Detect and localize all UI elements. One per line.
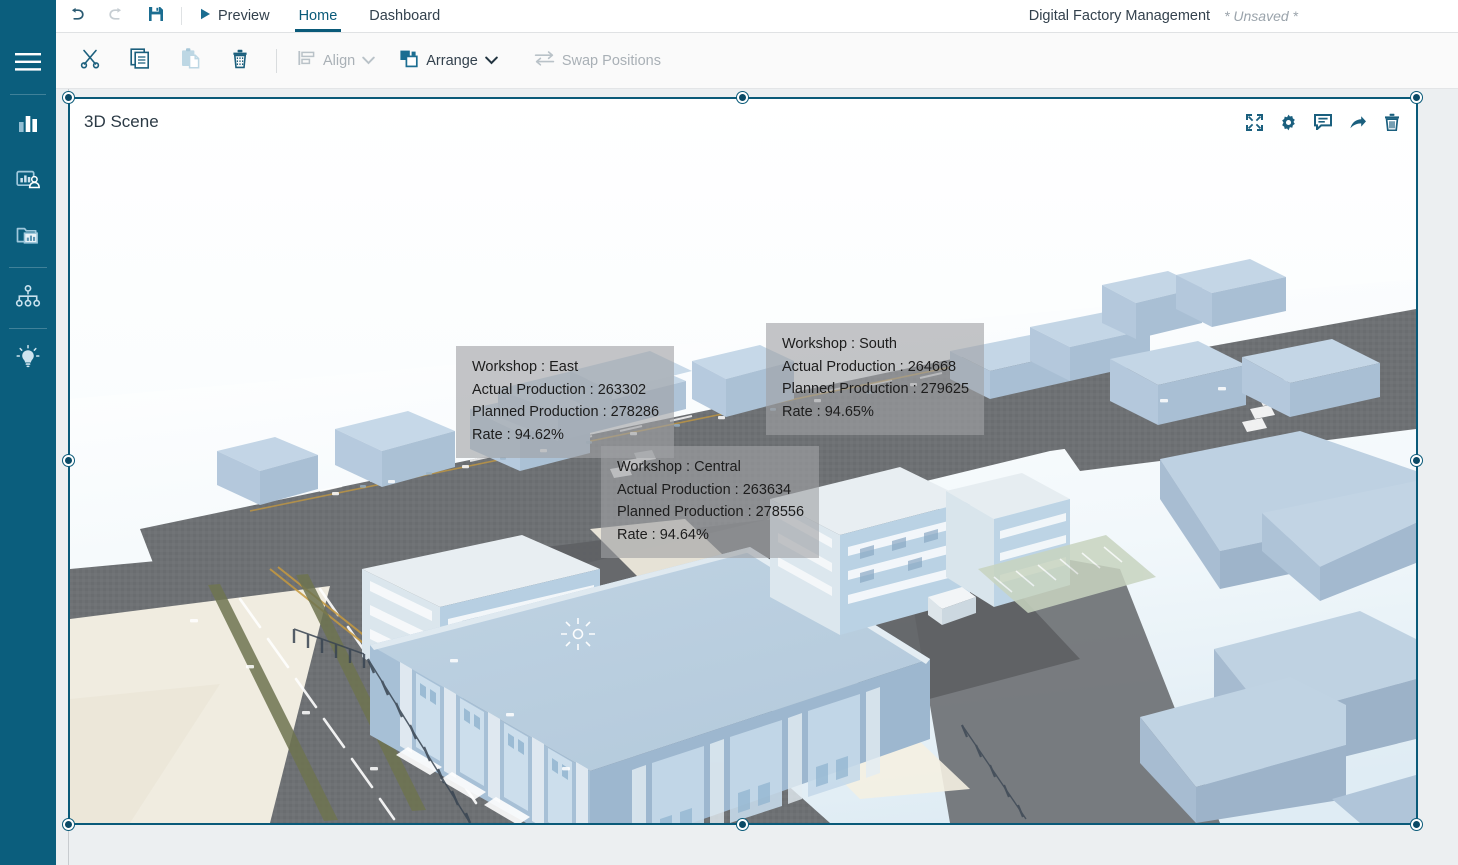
cut-button[interactable] — [70, 41, 110, 81]
sidebar-item-reports[interactable] — [0, 153, 56, 209]
scissors-icon — [79, 47, 101, 74]
trash-icon[interactable] — [1384, 113, 1400, 131]
resize-handle-bottom-center[interactable] — [737, 819, 748, 830]
arrange-label: Arrange — [426, 53, 478, 69]
folder-chart-icon — [15, 223, 41, 252]
left-sidebar — [0, 0, 56, 865]
align-label: Align — [323, 53, 355, 69]
arrange-icon — [399, 49, 419, 73]
fullscreen-icon[interactable] — [1246, 114, 1263, 131]
arrange-menu[interactable]: Arrange — [391, 41, 506, 81]
document-title: Digital Factory Management — [1029, 8, 1210, 24]
widget-toolbar — [1246, 113, 1400, 131]
sidebar-divider-1 — [10, 94, 46, 95]
sidebar-divider-3 — [9, 328, 47, 329]
tooltip-south-actual: Actual Production : 264668 — [782, 356, 969, 379]
paste-button[interactable] — [170, 41, 210, 81]
main-area: Preview Home Dashboard Digital Factory M… — [56, 0, 1458, 865]
menubar-divider — [181, 7, 182, 25]
chart-icon — [16, 111, 40, 140]
tooltip-central-workshop: Workshop : Central — [617, 456, 804, 479]
play-icon — [200, 8, 211, 24]
share-icon[interactable] — [1349, 115, 1367, 130]
tooltip-central-planned: Planned Production : 278556 — [617, 501, 804, 524]
resize-handle-middle-right[interactable] — [1411, 455, 1422, 466]
sidebar-item-charts[interactable] — [0, 97, 56, 153]
edit-toolbar: Align Arrange — [56, 33, 1458, 89]
tab-home-label: Home — [299, 8, 338, 24]
chevron-down-icon — [362, 52, 375, 70]
design-canvas[interactable]: Workshop : East Actual Production : 2633… — [56, 89, 1458, 865]
redo-icon — [108, 7, 125, 26]
tooltip-central-rate: Rate : 94.64% — [617, 524, 804, 547]
scene-widget[interactable]: Workshop : East Actual Production : 2633… — [68, 97, 1418, 825]
tooltip-workshop-central: Workshop : Central Actual Production : 2… — [601, 446, 819, 558]
tooltip-south-rate: Rate : 94.65% — [782, 401, 969, 424]
resize-handle-top-center[interactable] — [737, 92, 748, 103]
tooltip-central-actual: Actual Production : 263634 — [617, 479, 804, 502]
tooltip-east-actual: Actual Production : 263302 — [472, 379, 659, 402]
report-user-icon — [15, 167, 41, 196]
sidebar-divider-2 — [9, 267, 47, 268]
resize-handle-bottom-right[interactable] — [1411, 819, 1422, 830]
copy-icon — [129, 47, 151, 74]
document-status-badge: * Unsaved * — [1224, 8, 1298, 24]
comment-icon[interactable] — [1314, 114, 1332, 130]
paste-icon — [179, 47, 201, 74]
three-d-scene-viewport[interactable]: Workshop : East Actual Production : 2633… — [70, 99, 1416, 823]
toolbar-divider — [276, 49, 277, 73]
sidebar-item-menu[interactable] — [0, 36, 56, 92]
widget-title: 3D Scene — [84, 112, 159, 132]
tab-dashboard-label: Dashboard — [369, 8, 440, 24]
menu-icon — [15, 52, 41, 77]
redo-button[interactable] — [96, 0, 136, 32]
resize-handle-bottom-left[interactable] — [63, 819, 74, 830]
hierarchy-icon — [15, 285, 41, 312]
resize-handle-middle-left[interactable] — [63, 455, 74, 466]
resize-handle-top-left[interactable] — [63, 92, 74, 103]
resize-handle-top-right[interactable] — [1411, 92, 1422, 103]
save-icon — [148, 6, 164, 27]
tab-home[interactable]: Home — [283, 0, 354, 32]
trash-icon — [229, 47, 251, 74]
swap-positions-button[interactable]: Swap Positions — [526, 41, 669, 81]
delete-button[interactable] — [220, 41, 260, 81]
tooltip-east-planned: Planned Production : 278286 — [472, 401, 659, 424]
align-icon — [297, 49, 316, 72]
tooltip-south-workshop: Workshop : South — [782, 333, 969, 356]
tooltip-east-rate: Rate : 94.62% — [472, 424, 659, 447]
preview-label: Preview — [218, 8, 270, 24]
gear-icon[interactable] — [1280, 114, 1297, 131]
align-menu[interactable]: Align — [289, 41, 383, 81]
sidebar-item-hierarchy[interactable] — [0, 270, 56, 326]
undo-button[interactable] — [56, 0, 96, 32]
undo-icon — [68, 7, 85, 26]
preview-button[interactable]: Preview — [187, 0, 283, 32]
lightbulb-icon — [15, 344, 41, 375]
tooltip-east-workshop: Workshop : East — [472, 356, 659, 379]
menu-bar: Preview Home Dashboard Digital Factory M… — [56, 0, 1458, 33]
tooltip-workshop-south: Workshop : South Actual Production : 264… — [766, 323, 984, 435]
swap-positions-label: Swap Positions — [562, 53, 661, 69]
sidebar-item-folders[interactable] — [0, 209, 56, 265]
tooltip-south-planned: Planned Production : 279625 — [782, 378, 969, 401]
sidebar-item-insights[interactable] — [0, 331, 56, 387]
chevron-down-icon — [485, 52, 498, 70]
application-window: Preview Home Dashboard Digital Factory M… — [0, 0, 1458, 865]
menubar-right-group: Digital Factory Management * Unsaved * — [1029, 0, 1458, 32]
save-button[interactable] — [136, 0, 176, 32]
tab-dashboard[interactable]: Dashboard — [353, 0, 456, 32]
tooltip-workshop-east: Workshop : East Actual Production : 2633… — [456, 346, 674, 458]
swap-icon — [534, 50, 555, 71]
copy-button[interactable] — [120, 41, 160, 81]
